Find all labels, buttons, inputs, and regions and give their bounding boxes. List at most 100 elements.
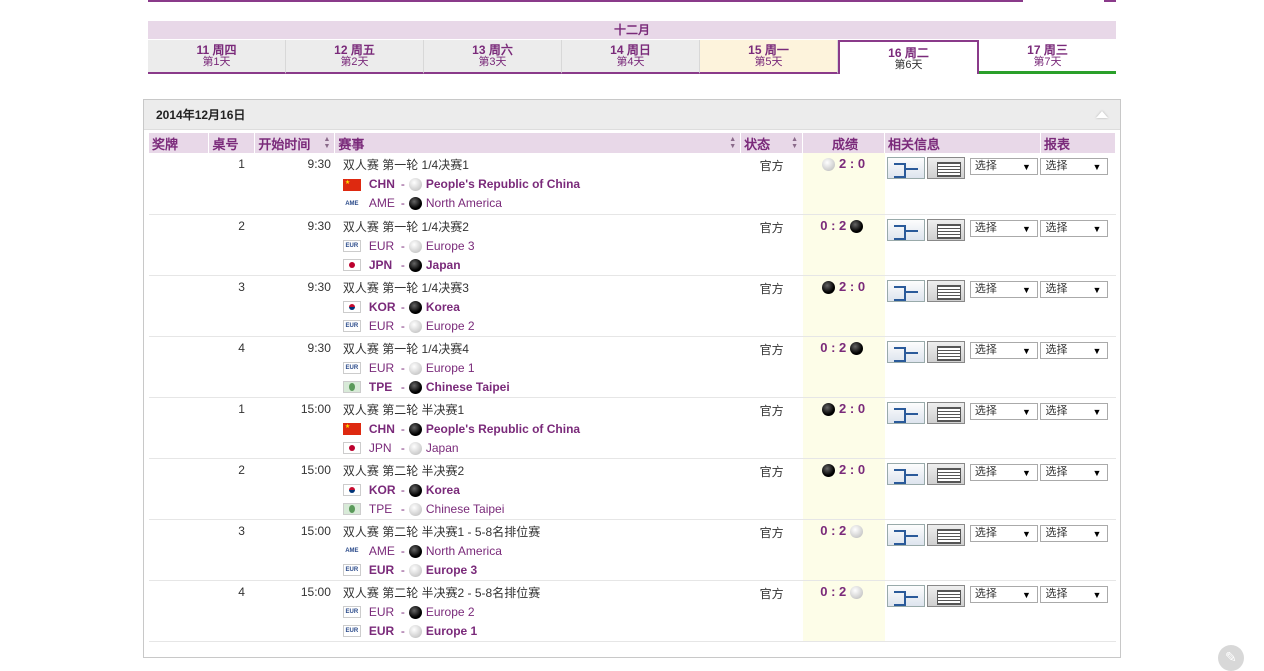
report-select[interactable]: 选择 ▼: [1040, 280, 1109, 298]
header-status[interactable]: 状态 ▲ ▼: [740, 133, 804, 153]
team-name[interactable]: Europe 2: [426, 603, 475, 622]
info-select[interactable]: 选择 ▼: [969, 463, 1038, 481]
team-name[interactable]: People's Republic of China: [426, 175, 580, 194]
header-start[interactable]: 开始时间 ▲ ▼: [254, 133, 336, 153]
result-cell[interactable]: 2 : 0: [802, 153, 885, 215]
day-tab-4[interactable]: 14 周日 第4天: [562, 40, 700, 74]
header-table[interactable]: 桌号: [208, 133, 256, 153]
report-select[interactable]: 选择 ▼: [1040, 402, 1109, 420]
day-tab-2[interactable]: 12 周五 第2天: [286, 40, 424, 74]
list-icon[interactable]: [926, 584, 965, 607]
list-icon[interactable]: [926, 523, 965, 546]
team-code[interactable]: KOR: [369, 298, 399, 317]
team-code[interactable]: KOR: [369, 481, 399, 500]
flag-icon: AME: [342, 545, 361, 557]
list-icon[interactable]: [926, 401, 965, 424]
top-divider-end: [1104, 0, 1116, 2]
team-name[interactable]: North America: [426, 194, 502, 213]
result-cell[interactable]: 0 : 2: [802, 214, 885, 276]
bracket-icon[interactable]: [886, 218, 925, 241]
start-time: 15:00: [254, 519, 335, 581]
team-name[interactable]: Korea: [426, 481, 460, 500]
team-name[interactable]: People's Republic of China: [426, 420, 580, 439]
team-code[interactable]: TPE: [369, 500, 399, 519]
table-number: 4: [208, 336, 255, 398]
list-icon[interactable]: [926, 340, 965, 363]
team-code[interactable]: EUR: [369, 622, 399, 641]
day-tab-1[interactable]: 11 周四 第1天: [148, 40, 286, 74]
report-select[interactable]: 选择 ▼: [1040, 219, 1109, 237]
bracket-icon[interactable]: [886, 279, 925, 302]
list-icon[interactable]: [926, 218, 965, 241]
score: 0 : 2: [820, 217, 847, 233]
team-code[interactable]: TPE: [369, 378, 399, 397]
team-code[interactable]: EUR: [369, 359, 399, 378]
team-code[interactable]: EUR: [369, 603, 399, 622]
bracket-icon[interactable]: [886, 584, 925, 607]
team-name[interactable]: Europe 1: [426, 622, 477, 641]
info-select[interactable]: 选择 ▼: [969, 585, 1038, 603]
info-select[interactable]: 选择 ▼: [969, 341, 1038, 359]
team-name[interactable]: Chinese Taipei: [426, 378, 510, 397]
info-cell: 选择 ▼: [884, 458, 1041, 520]
team-name[interactable]: North America: [426, 542, 502, 561]
bracket-icon[interactable]: [886, 157, 925, 179]
team-code[interactable]: CHN: [369, 420, 399, 439]
info-select[interactable]: 选择 ▼: [969, 219, 1038, 237]
bracket-icon[interactable]: [886, 340, 925, 363]
team-name[interactable]: Europe 3: [426, 237, 475, 256]
list-icon[interactable]: [926, 462, 965, 485]
team-code[interactable]: CHN: [369, 175, 399, 194]
result-cell[interactable]: 0 : 2: [802, 580, 885, 642]
result-cell[interactable]: 2 : 0: [802, 275, 885, 337]
header-result[interactable]: 成绩: [802, 133, 886, 153]
report-select[interactable]: 选择 ▼: [1040, 585, 1109, 603]
report-select[interactable]: 选择 ▼: [1040, 524, 1109, 542]
team-name[interactable]: Korea: [426, 298, 460, 317]
result-cell[interactable]: 2 : 0: [802, 397, 885, 459]
team-line: EUR EUR - Europe 1: [342, 359, 741, 378]
flag-icon: EUR: [342, 320, 361, 332]
report-select[interactable]: 选择 ▼: [1040, 158, 1109, 175]
result-cell[interactable]: 0 : 2: [802, 519, 885, 581]
info-select[interactable]: 选择 ▼: [969, 524, 1038, 542]
team-name[interactable]: Europe 2: [426, 317, 475, 336]
report-select[interactable]: 选择 ▼: [1040, 463, 1109, 481]
team-name[interactable]: Chinese Taipei: [426, 500, 505, 519]
team-name[interactable]: Japan: [426, 256, 461, 275]
bracket-icon[interactable]: [886, 462, 925, 485]
team-code[interactable]: EUR: [369, 237, 399, 256]
team-name[interactable]: Europe 1: [426, 359, 475, 378]
result-cell[interactable]: 0 : 2: [802, 336, 885, 398]
bracket-icon[interactable]: [886, 523, 925, 546]
table-row: 2 9:30 双人赛 第一轮 1/4决赛2 EUR EUR - Europe 3 …: [149, 214, 1116, 276]
team-code[interactable]: JPN: [369, 256, 399, 275]
team-code[interactable]: AME: [369, 194, 399, 213]
report-select[interactable]: 选择 ▼: [1040, 341, 1109, 359]
day-tab-7[interactable]: 17 周三 第7天: [979, 40, 1116, 74]
collapse-icon[interactable]: [1096, 111, 1108, 118]
day-tab-6[interactable]: 16 周二 第6天: [838, 40, 979, 74]
team-code[interactable]: JPN: [369, 439, 399, 458]
list-icon[interactable]: [926, 157, 965, 179]
header-event[interactable]: 赛事 ▲ ▼: [334, 133, 742, 153]
team-code[interactable]: AME: [369, 542, 399, 561]
day-tab-3[interactable]: 13 周六 第3天: [424, 40, 562, 74]
team-name[interactable]: Japan: [426, 439, 459, 458]
header-report: 报表: [1040, 133, 1117, 153]
result-cell[interactable]: 2 : 0: [802, 458, 885, 520]
edit-icon[interactable]: [1218, 645, 1244, 671]
bracket-icon[interactable]: [886, 401, 925, 424]
team-name[interactable]: Europe 3: [426, 561, 477, 580]
team-code[interactable]: EUR: [369, 561, 399, 580]
black-stone-icon: [849, 219, 863, 233]
info-select[interactable]: 选择 ▼: [969, 402, 1038, 420]
day-tab-number: 第6天: [894, 59, 923, 71]
header-medal[interactable]: 奖牌: [149, 133, 210, 153]
dropdown-arrow-icon: ▼: [1092, 406, 1102, 417]
info-select[interactable]: 选择 ▼: [969, 280, 1038, 298]
info-select[interactable]: 选择 ▼: [969, 158, 1038, 175]
team-code[interactable]: EUR: [369, 317, 399, 336]
list-icon[interactable]: [926, 279, 965, 302]
day-tab-5[interactable]: 15 周一 第5天: [700, 40, 838, 74]
